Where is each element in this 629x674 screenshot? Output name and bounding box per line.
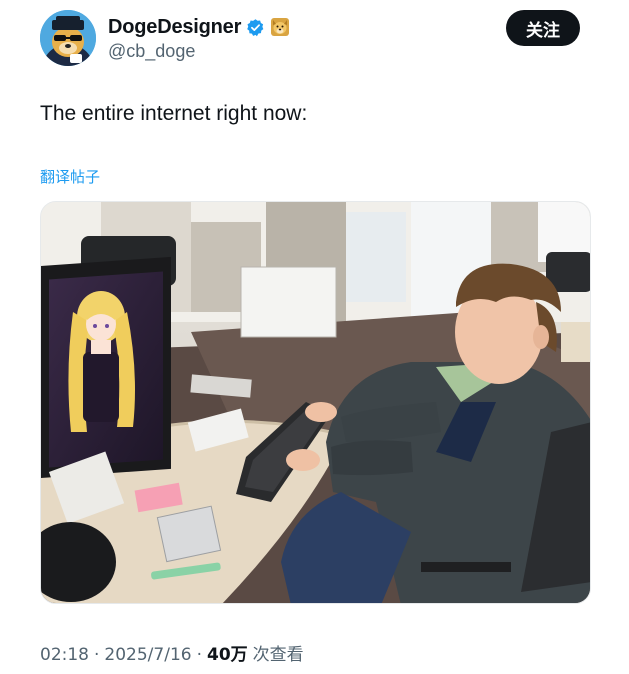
- post-date[interactable]: 2025/7/16: [104, 645, 191, 665]
- display-name[interactable]: DogeDesigner: [108, 16, 241, 39]
- tweet-meta: 02:18 · 2025/7/16 · 40万 次查看: [40, 640, 304, 665]
- tweet-photo[interactable]: [40, 201, 591, 604]
- photo-illustration: [41, 202, 590, 603]
- views-label: 次查看: [252, 645, 304, 665]
- doge-emoji-icon: [270, 17, 290, 37]
- tweet-card: DogeDesigner @cb_doge 关注 The entire inte…: [0, 0, 629, 674]
- post-time[interactable]: 02:18: [40, 645, 89, 665]
- author-avatar[interactable]: [40, 10, 96, 66]
- verified-badge-icon: [246, 18, 265, 37]
- tweet-text: The entire internet right now:: [40, 102, 308, 125]
- doge-avatar-icon: [40, 10, 96, 66]
- meta-separator-2: ·: [196, 645, 202, 665]
- author-info: DogeDesigner @cb_doge: [108, 15, 290, 62]
- author-handle[interactable]: @cb_doge: [108, 41, 290, 62]
- meta-separator: ·: [94, 645, 100, 665]
- follow-button[interactable]: 关注: [506, 10, 580, 46]
- views-count: 40万: [206, 645, 248, 665]
- display-name-row: DogeDesigner: [108, 15, 290, 39]
- translate-post-link[interactable]: 翻译帖子: [40, 166, 100, 187]
